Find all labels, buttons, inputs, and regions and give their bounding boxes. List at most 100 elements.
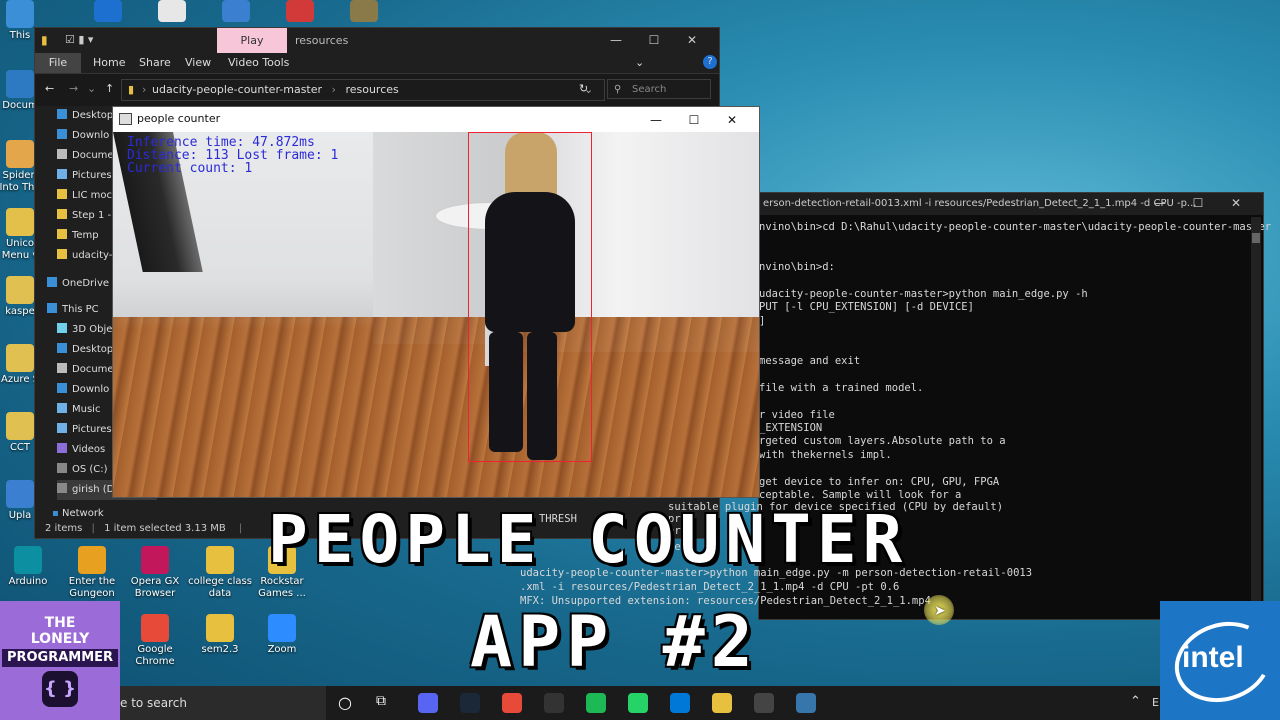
close-icon[interactable]: ✕ [1217, 196, 1255, 210]
nav-item[interactable]: udacity- [57, 246, 112, 266]
search-icon: ⚲ [614, 84, 622, 95]
quick-access-icon[interactable]: ☑ ▮ ▾ [65, 33, 93, 46]
help-icon[interactable]: ? [703, 55, 717, 69]
nav-item[interactable]: Docume [57, 146, 114, 166]
desktop-icon[interactable]: Enter the Gungeon [60, 546, 124, 600]
desktop-icon[interactable]: Google Chrome [123, 614, 187, 668]
desktop-shortcut-icon [6, 344, 34, 372]
forward-arrow-icon[interactable]: → [69, 82, 78, 95]
taskbar-app-icon[interactable] [544, 693, 564, 713]
ribbon-tab-view[interactable]: View [185, 56, 211, 69]
nav-item-label: This PC [62, 304, 99, 315]
tray-chevron-icon[interactable]: ⌃ [1130, 694, 1141, 709]
nav-item-label: Downlo [72, 384, 110, 395]
terminal-line: PUT [-l CPU_EXTENSION] [-d DEVICE] [759, 301, 974, 314]
cortana-icon[interactable]: ○ [338, 693, 352, 712]
nav-item[interactable]: Pictures [57, 166, 112, 186]
desktop-icon[interactable]: Zoom [250, 614, 314, 656]
breadcrumb-item[interactable]: resources [345, 83, 398, 96]
explorer-titlebar[interactable]: ▮ ☑ ▮ ▾ Play resources — ☐ ✕ [35, 28, 719, 53]
nav-item[interactable]: Temp [57, 226, 99, 246]
expand-ribbon-icon[interactable]: ⌄ [635, 56, 644, 69]
taskbar-app-icon[interactable] [418, 693, 438, 713]
taskbar-app-icon[interactable] [754, 693, 774, 713]
nav-item[interactable]: OS (C:) [57, 460, 108, 480]
ribbon-tab-video-tools[interactable]: Video Tools [228, 56, 289, 69]
nav-item-label: Docume [72, 150, 114, 161]
taskbar-app-icon[interactable] [586, 693, 606, 713]
nav-item[interactable]: LIC moc [57, 186, 112, 206]
nav-item-label: udacity- [72, 250, 113, 261]
navitem-network[interactable]: ▪ Network [52, 508, 104, 519]
nav-item[interactable]: 3D Objec [57, 320, 118, 340]
address-bar[interactable]: ▮ › udacity-people-counter-master › reso… [121, 79, 605, 101]
maximize-icon[interactable]: ☐ [675, 109, 713, 132]
taskbar-app-icon[interactable] [796, 693, 816, 713]
nav-item[interactable]: Desktop [57, 340, 113, 360]
desktop-icon[interactable] [204, 0, 268, 24]
desktop-shortcut-icon [222, 0, 250, 22]
desktop-shortcut-icon [94, 0, 122, 22]
minimize-icon[interactable]: — [1141, 196, 1179, 210]
taskbar-app-icon[interactable] [628, 693, 648, 713]
maximize-icon[interactable]: ☐ [1179, 196, 1217, 210]
taskbar-app-icon[interactable] [502, 693, 522, 713]
task-view-icon[interactable]: ⧉ [376, 693, 386, 709]
nav-item[interactable]: OneDrive [47, 274, 109, 294]
pc-window-controls: — ☐ ✕ [637, 109, 751, 132]
terminal-line: udacity-people-counter-master>python mai… [759, 288, 1088, 300]
desktop-icon[interactable] [268, 0, 332, 24]
recent-chevron-icon[interactable]: ⌄ [87, 82, 96, 95]
taskbar-app-icon[interactable] [712, 693, 732, 713]
maximize-icon[interactable]: ☐ [635, 33, 673, 47]
minimize-icon[interactable]: — [637, 109, 675, 132]
people-counter-window[interactable]: people counter — ☐ ✕ Inference time: 47.87… [112, 106, 760, 498]
up-arrow-icon[interactable]: ↑ [105, 82, 114, 95]
ribbon-tab-share[interactable]: Share [139, 56, 171, 69]
nav-item-icon [57, 403, 67, 413]
desktop-shortcut-icon [6, 0, 34, 28]
nav-item[interactable]: Music [57, 400, 100, 420]
nav-item-icon [57, 249, 67, 259]
play-contextual-tab[interactable]: Play [217, 28, 287, 53]
breadcrumb-separator-icon: › [331, 83, 336, 96]
desktop-icon-label: Opera GX Browser [130, 576, 180, 599]
desktop-icon[interactable]: college class data [188, 546, 252, 600]
people-counter-titlebar[interactable]: people counter — ☐ ✕ [113, 107, 759, 130]
nav-item[interactable]: Videos [57, 440, 105, 460]
nav-item[interactable]: Pictures [57, 420, 112, 440]
ribbon-tab-file[interactable]: File [35, 53, 81, 73]
desktop-icon[interactable] [140, 0, 204, 24]
close-icon[interactable]: ✕ [713, 109, 751, 132]
desktop-icon[interactable]: Arduino [0, 546, 60, 588]
desktop-shortcut-icon [6, 140, 34, 168]
desktop-icon[interactable]: sem2.3 [188, 614, 252, 656]
desktop-icon[interactable]: Opera GX Browser [123, 546, 187, 600]
search-input[interactable]: ⚲ Search resourc... [607, 79, 711, 115]
refresh-icon[interactable]: ↻ [579, 82, 588, 95]
nav-item-label: girish (D [72, 484, 115, 495]
back-arrow-icon[interactable]: ← [45, 82, 54, 95]
taskbar-app-icon[interactable] [460, 693, 480, 713]
taskbar-search-box[interactable]: e to search [120, 686, 326, 720]
nav-item[interactable]: This PC [47, 300, 99, 320]
badge-line2: LONELY [30, 631, 90, 647]
breadcrumb-item[interactable]: udacity-people-counter-master [152, 83, 322, 96]
nav-item[interactable]: Desktop [57, 106, 113, 126]
taskbar-app-icon[interactable] [670, 693, 690, 713]
nav-item[interactable]: Downlo [57, 380, 109, 400]
desktop-icon-label: Arduino [8, 576, 48, 587]
desktop-icon[interactable] [76, 0, 140, 24]
wooden-floor [113, 317, 759, 497]
close-icon[interactable]: ✕ [673, 33, 711, 47]
minimize-icon[interactable]: — [597, 33, 635, 47]
desktop-shortcut-icon [286, 0, 314, 22]
nav-item[interactable]: Downlo [57, 126, 109, 146]
nav-item[interactable]: Step 1 - [57, 206, 111, 226]
nav-item-icon [57, 189, 67, 199]
desktop-icon[interactable] [332, 0, 396, 24]
nav-item[interactable]: Docume [57, 360, 114, 380]
scrollbar-thumb[interactable] [1252, 233, 1260, 243]
desktop-shortcut-icon [206, 546, 234, 574]
ribbon-tab-home[interactable]: Home [93, 56, 125, 69]
